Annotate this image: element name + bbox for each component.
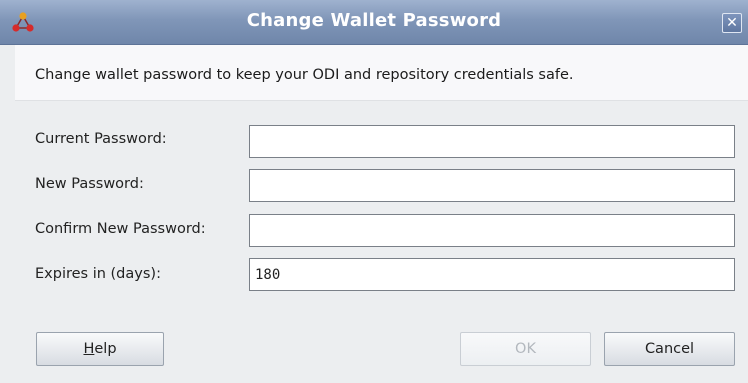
- expires-label: Expires in (days):: [35, 266, 161, 282]
- confirm-password-label: Confirm New Password:: [35, 221, 206, 237]
- expires-field[interactable]: [249, 258, 735, 291]
- new-password-label: New Password:: [35, 176, 144, 192]
- description-banner: Change wallet password to keep your ODI …: [15, 45, 748, 101]
- dialog-title: Change Wallet Password: [246, 10, 502, 31]
- cancel-button[interactable]: Cancel: [604, 332, 735, 366]
- help-button[interactable]: Help: [36, 332, 164, 366]
- current-password-field[interactable]: [249, 125, 735, 158]
- help-mnemonic: H: [83, 341, 95, 357]
- description-text: Change wallet password to keep your ODI …: [35, 67, 574, 83]
- help-label: elp: [94, 341, 117, 357]
- ok-button[interactable]: OK: [460, 332, 591, 366]
- current-password-label: Current Password:: [35, 131, 167, 147]
- change-wallet-password-dialog: Change Wallet Password ✕ Change wallet p…: [0, 0, 748, 383]
- new-password-field[interactable]: [249, 169, 735, 202]
- close-icon[interactable]: ✕: [722, 13, 742, 33]
- title-bar[interactable]: Change Wallet Password ✕: [0, 0, 748, 45]
- confirm-password-field[interactable]: [249, 214, 735, 247]
